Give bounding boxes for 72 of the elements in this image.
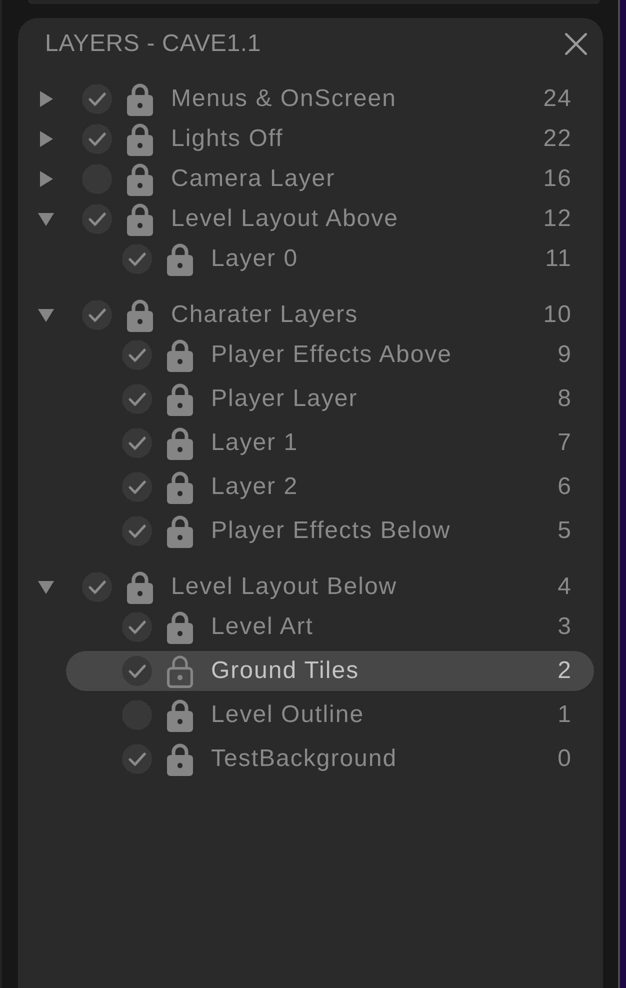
check-circle-icon[interactable] — [122, 340, 152, 370]
layer-count: 5 — [558, 516, 572, 546]
caret-down-icon[interactable] — [38, 308, 54, 322]
lock-icon[interactable] — [167, 742, 193, 776]
layer-name[interactable]: Charater Layers — [171, 300, 544, 330]
layer-name[interactable]: Level Outline — [211, 700, 558, 730]
layer-name[interactable]: Player Layer — [211, 384, 558, 414]
layer-name[interactable]: Level Layout Below — [171, 572, 558, 602]
check-circle-icon[interactable] — [122, 656, 152, 686]
lock-icon[interactable] — [167, 242, 193, 276]
layer-count: 24 — [543, 84, 572, 114]
lock-icon[interactable] — [167, 514, 193, 548]
layer-count: 4 — [558, 572, 572, 602]
lock-icon[interactable] — [127, 162, 153, 196]
check-circle-icon[interactable] — [122, 612, 152, 642]
check-circle-icon[interactable] — [122, 472, 152, 502]
layer-name[interactable]: Lights Off — [171, 124, 544, 154]
lock-icon[interactable] — [167, 698, 193, 732]
check-circle-icon[interactable] — [122, 244, 152, 274]
layer-count: 12 — [543, 204, 572, 234]
layer-count: 1 — [558, 700, 572, 730]
check-circle-icon[interactable] — [122, 516, 152, 546]
lock-icon[interactable] — [167, 338, 193, 372]
layer-name[interactable]: TestBackground — [211, 744, 558, 774]
check-circle-icon[interactable] — [122, 428, 152, 458]
layer-count: 8 — [558, 384, 572, 414]
layer-count: 16 — [543, 164, 572, 194]
check-circle-icon[interactable] — [82, 84, 112, 114]
check-circle-icon[interactable] — [82, 572, 112, 602]
check-circle-icon[interactable] — [82, 300, 112, 330]
check-circle-icon[interactable] — [122, 384, 152, 414]
layer-count: 10 — [543, 300, 572, 330]
layer-count: 7 — [558, 428, 572, 458]
close-icon — [565, 33, 587, 55]
caret-down-icon[interactable] — [38, 580, 54, 594]
check-circle-icon[interactable] — [122, 744, 152, 774]
caret-right-icon[interactable] — [40, 131, 52, 147]
check-circle-icon[interactable] — [82, 124, 112, 154]
layer-count: 6 — [558, 472, 572, 502]
lock-outline-icon[interactable] — [167, 654, 193, 688]
lock-icon[interactable] — [127, 570, 153, 604]
lock-icon[interactable] — [167, 470, 193, 504]
layer-name[interactable]: Layer 1 — [211, 428, 558, 458]
lock-icon[interactable] — [127, 82, 153, 116]
layer-name[interactable]: Player Effects Above — [211, 340, 558, 370]
layer-name[interactable]: Camera Layer — [171, 164, 544, 194]
layer-name[interactable]: Layer 2 — [211, 472, 558, 502]
layer-name[interactable]: Menus & OnScreen — [171, 84, 544, 114]
check-circle-icon[interactable] — [82, 204, 112, 234]
lock-icon[interactable] — [167, 382, 193, 416]
layer-name[interactable]: Player Effects Below — [211, 516, 558, 546]
layer-count: 0 — [558, 744, 572, 774]
caret-right-icon[interactable] — [40, 171, 52, 187]
caret-down-icon[interactable] — [38, 212, 54, 226]
lock-icon[interactable] — [167, 610, 193, 644]
layer-count: 11 — [545, 244, 572, 274]
selected-row-highlight[interactable]: Ground Tiles 2 — [66, 651, 594, 691]
layer-name[interactable]: Level Art — [211, 612, 558, 642]
layer-count: 22 — [543, 124, 572, 154]
lock-icon[interactable] — [127, 202, 153, 236]
caret-right-icon[interactable] — [40, 91, 52, 107]
lock-icon[interactable] — [127, 122, 153, 156]
close-button[interactable] — [565, 33, 587, 55]
layer-count: 3 — [558, 612, 572, 642]
layer-name[interactable]: Level Layout Above — [171, 204, 544, 234]
layer-count: 2 — [558, 656, 572, 686]
layer-name[interactable]: Ground Tiles — [211, 656, 558, 686]
lock-icon[interactable] — [127, 298, 153, 332]
layer-count: 9 — [558, 340, 572, 370]
lock-icon[interactable] — [167, 426, 193, 460]
layer-name[interactable]: Layer 0 — [211, 244, 546, 274]
panel-title: LAYERS - CAVE1.1 — [45, 30, 261, 58]
